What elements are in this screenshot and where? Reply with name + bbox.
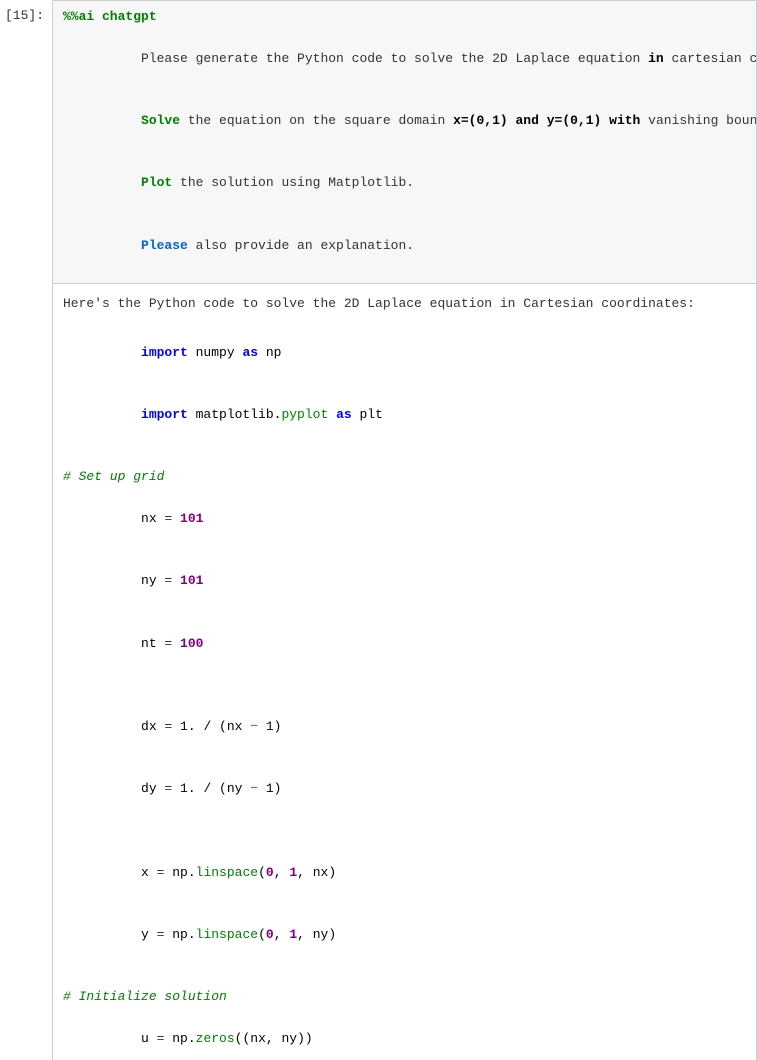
line2-and2 [539,113,547,128]
line4-end: also provide an explanation. [188,238,414,253]
code-output: import numpy as np import matplotlib.pyp… [63,322,746,1060]
blank2 [63,675,746,696]
in-keyword: in [648,51,664,66]
blank3 [63,821,746,842]
code-x: x = np.linspace(0, 1, nx) [63,842,746,904]
magic-command: %%ai chatgpt [63,7,746,28]
line2-and [508,113,516,128]
zeros-attr: zeros [196,1031,235,1046]
code-dx: dx = 1. / (nx − 1) [63,696,746,758]
x-range: x=(0,1) [453,113,508,128]
pyplot-attr: pyplot [281,407,328,422]
line2-end: vanishing boundary conditions. [640,113,757,128]
input-line1: Please generate the Python code to solve… [63,28,746,90]
line2-with [601,113,609,128]
with-keyword: with [609,113,640,128]
line3-end: the solution using Matplotlib. [172,175,414,190]
input-line2: Solve the equation on the square domain … [63,90,746,152]
blank4 [63,967,746,988]
output-intro: Here's the Python code to solve the 2D L… [63,294,746,314]
cell-input[interactable]: %%ai chatgpt Please generate the Python … [53,1,756,284]
val-101-2: 101 [180,573,203,588]
code-import1: import numpy as np [63,322,746,384]
and-keyword: and [516,113,539,128]
please-text-1: Please generate the Python code to solve… [141,51,648,66]
linspace-attr1: linspace [196,865,258,880]
cell-content: %%ai chatgpt Please generate the Python … [52,0,757,1060]
comment-grid: # Set up grid [63,467,746,488]
code-u-init: u = np.zeros((nx, ny)) [63,1008,746,1060]
import-kw1: import [141,345,188,360]
as-kw1: as [242,345,258,360]
code-ny: ny = 101 [63,551,746,613]
rest-line1: cartesian coordinates. [664,51,757,66]
solve-keyword: Solve [141,113,180,128]
code-nt: nt = 100 [63,613,746,675]
input-line4: Please also provide an explanation. [63,215,746,277]
y-range: y=(0,1) [547,113,602,128]
code-y: y = np.linspace(0, 1, ny) [63,904,746,966]
val-101-1: 101 [180,511,203,526]
input-line3: Plot the solution using Matplotlib. [63,153,746,215]
plot-keyword: Plot [141,175,172,190]
line2-mid: the equation on the square domain [180,113,453,128]
val-100: 100 [180,636,203,651]
as-kw2: as [336,407,352,422]
comment-init: # Initialize solution [63,987,746,1008]
cell-label: [15]: [0,0,52,26]
import-kw2: import [141,407,188,422]
linspace-attr2: linspace [196,927,258,942]
code-nx: nx = 101 [63,488,746,550]
cell-output: Here's the Python code to solve the 2D L… [53,284,756,1060]
code-import2: import matplotlib.pyplot as plt [63,384,746,446]
blank1 [63,447,746,468]
jupyter-cell: [15]: %%ai chatgpt Please generate the P… [0,0,757,1060]
please-keyword: Please [141,238,188,253]
code-dy: dy = 1. / (ny − 1) [63,759,746,821]
